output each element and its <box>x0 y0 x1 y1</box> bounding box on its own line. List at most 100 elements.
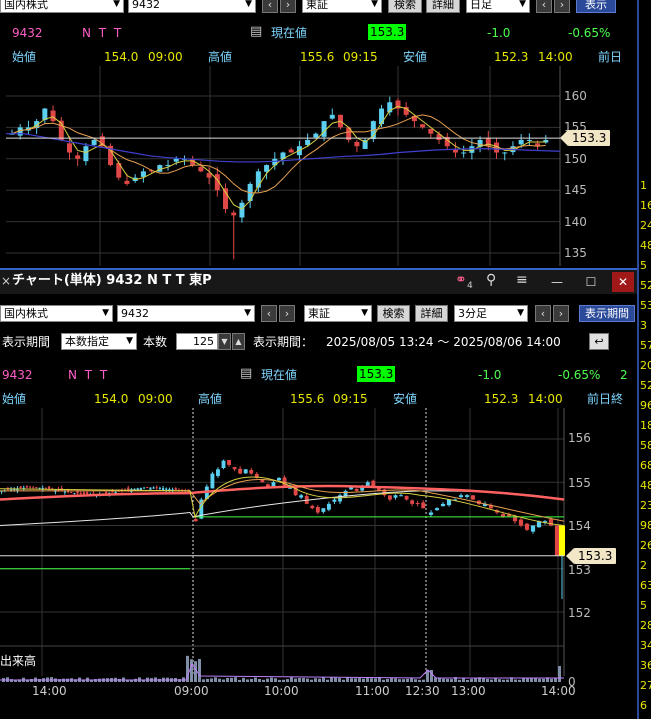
top-display-button[interactable]: 表示 <box>576 0 616 13</box>
next-code-button[interactable]: › <box>279 305 295 322</box>
volume-bar <box>222 679 225 682</box>
volume-bar <box>190 659 193 682</box>
top-code-field[interactable]: 9432 ▼ <box>128 0 256 13</box>
candle <box>70 491 73 493</box>
adjacent-panel-value: 57 <box>640 339 651 352</box>
candle <box>428 128 434 134</box>
x-tick-1400-prev: 14:00 <box>32 684 67 698</box>
candle <box>238 468 243 474</box>
volume-ma-line <box>0 662 564 681</box>
volume-bar <box>506 679 509 682</box>
chart-window-titlebar[interactable]: × チャート(単体) 9432 N T T 東P ⚭ 4 ⚲ ≡ — ☐ ✕ <box>0 268 637 294</box>
adjacent-panel-value: 28 <box>640 619 651 632</box>
candle <box>428 512 434 515</box>
code-field[interactable]: 9432 ▼ <box>117 305 255 322</box>
current-bar <box>559 525 565 556</box>
top-period-prev-button[interactable]: ‹ <box>536 0 552 13</box>
volume-bar <box>198 658 201 682</box>
market-select[interactable]: 国内株式 ▼ <box>0 305 113 322</box>
candle <box>321 121 327 137</box>
chevron-down-icon: ▼ <box>517 308 524 318</box>
prev-code-button[interactable]: ‹ <box>261 305 277 322</box>
chevron-down-icon: ▼ <box>245 0 252 9</box>
candle <box>198 167 204 172</box>
top-detail-button[interactable]: 詳細 <box>426 0 460 13</box>
intraday-candlestick-chart[interactable] <box>0 408 637 684</box>
ma-short-line <box>11 105 546 210</box>
candle <box>104 491 108 494</box>
return-icon[interactable]: ↩ <box>589 333 609 350</box>
top-search-button[interactable]: 検索 <box>388 0 422 13</box>
link-badge: 4 <box>467 281 473 291</box>
volume-bar <box>394 678 397 682</box>
volume-bar <box>250 678 253 682</box>
y-tick-140: 140 <box>564 215 587 229</box>
top-prev-button[interactable]: ‹ <box>262 0 278 13</box>
memo-icon[interactable]: ▤ <box>240 367 252 381</box>
candle <box>321 508 326 512</box>
volume-bar <box>238 679 241 682</box>
top-period-next-button[interactable]: › <box>554 0 570 13</box>
period-prev-button[interactable]: ‹ <box>535 305 551 322</box>
adjacent-panel-value: 3 <box>640 319 647 332</box>
memo-icon[interactable]: ▤ <box>250 25 262 39</box>
display-period-button[interactable]: 表示期間 <box>579 305 635 322</box>
adjacent-panel-value: 52 <box>640 279 651 292</box>
candle <box>210 473 215 489</box>
candle <box>365 482 370 486</box>
exchange-select[interactable]: 東証 ▼ <box>304 305 372 322</box>
menu-icon[interactable]: ≡ <box>516 273 528 287</box>
period-select[interactable]: 3分足 ▼ <box>454 305 528 322</box>
mode-select[interactable]: 本数指定 ▼ <box>61 333 137 350</box>
candle <box>399 495 403 497</box>
top-exchange-select[interactable]: 東証 ▼ <box>302 0 382 13</box>
top-market-select[interactable]: 国内株式 ▼ <box>0 0 124 13</box>
search-icon[interactable]: ⚲ <box>486 273 496 287</box>
volume-bar <box>274 678 277 682</box>
ma-mid-line <box>11 114 546 194</box>
candle <box>79 492 82 494</box>
count-stepper-down[interactable]: ▼ <box>218 333 231 350</box>
candle <box>518 519 524 526</box>
range-value: 2025/08/05 13:24 ～ 2025/08/06 14:00 <box>326 335 561 349</box>
chevron-down-icon: ▼ <box>102 308 109 318</box>
candle <box>243 469 248 474</box>
candle <box>277 477 281 481</box>
candle <box>446 499 452 506</box>
candle <box>142 487 146 489</box>
adjacent-panel-value: 23 <box>640 499 651 512</box>
low-time: 14:00 <box>528 392 563 406</box>
candle <box>272 158 278 166</box>
link-icon[interactable]: ⚭ <box>455 273 467 287</box>
volume-bar <box>358 678 361 682</box>
high-value: 155.6 <box>290 392 325 406</box>
period-next-button[interactable]: › <box>553 305 569 322</box>
close-icon[interactable]: ✕ <box>612 272 634 292</box>
top-high-value: 155.6 <box>300 50 335 64</box>
volume-bar <box>334 677 337 682</box>
detail-button[interactable]: 詳細 <box>415 305 448 322</box>
volume-bar <box>342 679 345 682</box>
y-tick-152: 152 <box>568 606 591 620</box>
volume-bar <box>390 678 393 682</box>
adjacent-panel-value: 5 <box>640 259 647 272</box>
period-value: 3分足 <box>458 307 487 320</box>
search-button[interactable]: 検索 <box>377 305 410 322</box>
count-input[interactable]: 125 <box>176 333 218 350</box>
adjacent-panel-value: 96 <box>640 399 651 412</box>
candle <box>415 503 420 505</box>
candle <box>44 487 48 489</box>
adjacent-panel-value: 18 <box>640 419 651 432</box>
daily-candlestick-chart[interactable] <box>0 66 637 266</box>
top-next-button[interactable]: › <box>280 0 296 13</box>
candle <box>470 495 476 500</box>
market-select-value: 国内株式 <box>4 307 48 320</box>
collapse-icon[interactable]: × <box>1 274 11 288</box>
y-tick-160: 160 <box>564 89 587 103</box>
top-period-select[interactable]: 日足 ▼ <box>466 0 530 13</box>
maximize-icon[interactable]: ☐ <box>580 272 602 292</box>
minimize-icon[interactable]: — <box>546 272 568 292</box>
top-code-value: 9432 <box>132 0 160 11</box>
count-stepper-up[interactable]: ▲ <box>232 333 245 350</box>
stock-name: N T T <box>68 368 110 382</box>
